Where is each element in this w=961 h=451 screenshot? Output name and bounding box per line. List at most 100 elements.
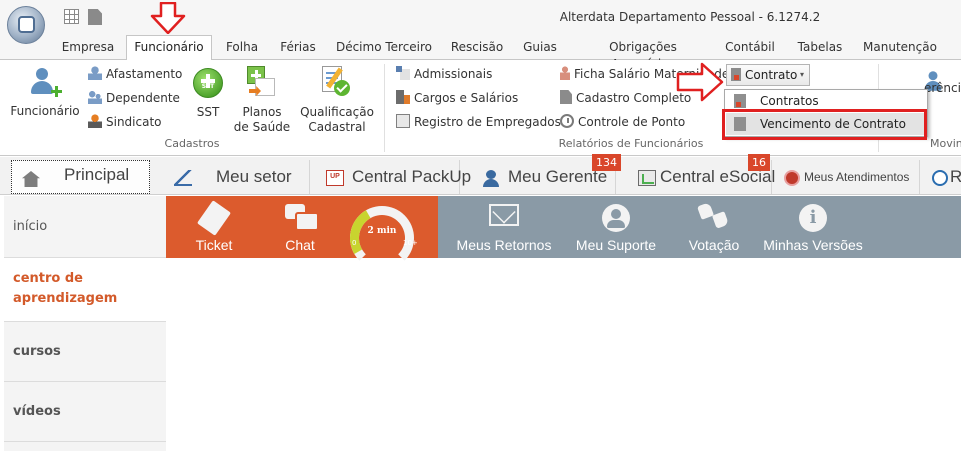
afastamento-label: Afastamento xyxy=(106,67,183,81)
ticket-button[interactable]: Ticket xyxy=(180,196,248,258)
contrato-dropdown[interactable]: Contrato ▾ xyxy=(726,64,810,86)
tab-manutencao[interactable]: Manutenção xyxy=(860,39,940,60)
sidebar-item-centro-de-aprendizagem[interactable]: centro de aprendizagem xyxy=(4,258,166,322)
tab-meus-atendimentos[interactable]: Meus Atendimentos xyxy=(772,160,920,194)
info-icon: i xyxy=(799,204,827,232)
minhas-versoes-button[interactable]: i Minhas Versões xyxy=(760,196,866,258)
family-icon xyxy=(88,90,102,104)
tab-partial-r-label: R xyxy=(950,167,961,186)
sidebar-item-cursos[interactable]: cursos xyxy=(4,322,166,382)
cadastro-completo-button[interactable]: Cadastro Completo xyxy=(560,88,691,108)
sindicato-label: Sindicato xyxy=(106,115,162,129)
document-icon xyxy=(560,90,572,104)
tab-meu-setor-label: Meu setor xyxy=(216,167,292,186)
contract-badge-icon xyxy=(736,102,741,107)
sindicato-button[interactable]: Sindicato xyxy=(88,112,162,132)
tab-central-esocial[interactable]: Central eSocial 16 xyxy=(616,154,775,194)
esocial-icon xyxy=(638,170,656,186)
grid-icon[interactable] xyxy=(64,9,79,24)
dependente-button[interactable]: Dependente xyxy=(88,88,180,108)
admissionais-button[interactable]: Admissionais xyxy=(396,64,492,84)
sst-icon-text: SST xyxy=(201,83,215,90)
clock-icon xyxy=(560,114,574,128)
app-menu-button[interactable] xyxy=(7,6,45,44)
app-logo-icon xyxy=(18,16,35,33)
sidebar-item-label: cursos xyxy=(13,344,61,359)
chat-label: Chat xyxy=(285,237,315,253)
votacao-button[interactable]: Votação xyxy=(668,196,760,258)
meu-suporte-button[interactable]: Meu Suporte xyxy=(564,196,668,258)
tab-partial-r[interactable]: R xyxy=(920,160,961,194)
tab-funcionario[interactable]: Funcionário xyxy=(126,35,212,61)
sidebar-item-videos[interactable]: vídeos xyxy=(4,382,166,442)
notification-badge: 134 xyxy=(592,154,621,171)
cargos-e-salarios-button[interactable]: Cargos e Salários xyxy=(396,88,518,108)
chat-button[interactable]: Chat xyxy=(266,196,334,258)
sidebar-item-inicio[interactable]: início xyxy=(4,196,166,258)
qualificacao-label-line2: Cadastral xyxy=(308,120,366,134)
minhas-versoes-label: Minhas Versões xyxy=(763,237,863,253)
user-icon xyxy=(602,204,630,232)
next-group-button[interactable]: erênci xyxy=(924,78,961,98)
salary-icon xyxy=(396,90,410,104)
funcionario-button[interactable]: Funcionário xyxy=(8,66,82,128)
registro-de-empregados-button[interactable]: Registro de Empregados xyxy=(396,112,561,132)
chart-icon xyxy=(174,170,192,186)
controle-de-ponto-button[interactable]: Controle de Ponto xyxy=(560,112,685,132)
tab-meu-setor[interactable]: Meu setor xyxy=(160,160,310,194)
highlight-box xyxy=(722,109,927,140)
tab-guias[interactable]: Guias xyxy=(518,39,562,60)
tab-principal[interactable]: Principal xyxy=(11,160,150,194)
tab-obrigacoes-acessorias[interactable]: Obrigações Acessórias xyxy=(576,39,710,71)
sidebar-item-label: vídeos xyxy=(13,404,61,419)
health-plan-icon xyxy=(247,66,277,98)
contract-badge-icon xyxy=(734,75,739,80)
votacao-label: Votação xyxy=(688,237,740,253)
afastamento-button[interactable]: Afastamento xyxy=(88,64,182,84)
admissionais-label: Admissionais xyxy=(414,67,493,81)
sst-button[interactable]: SST SST xyxy=(186,66,230,128)
group-label-movin: Movin xyxy=(930,137,961,150)
ribbon-tab-bar: Empresa Funcionário Folha Férias Décimo … xyxy=(0,34,961,71)
people-icon xyxy=(88,66,102,80)
tab-empresa[interactable]: Empresa xyxy=(58,39,118,60)
plus-icon xyxy=(51,86,62,97)
tab-contabil[interactable]: Contábil xyxy=(722,39,778,60)
tab-decimo-terceiro[interactable]: Décimo Terceiro xyxy=(334,39,434,60)
tab-central-packup[interactable]: UP Central PackUp xyxy=(310,160,471,194)
planos-de-saude-button[interactable]: Planos de Saúde xyxy=(232,66,292,134)
maternity-icon xyxy=(560,66,570,80)
qualificacao-cadastral-button[interactable]: Qualificação Cadastral xyxy=(296,66,378,134)
menu-item-label: Contratos xyxy=(760,94,819,108)
meus-retornos-button[interactable]: Meus Retornos xyxy=(452,196,556,258)
notification-badge: 16 xyxy=(748,154,770,171)
manager-icon xyxy=(482,170,500,187)
tab-principal-label: Principal xyxy=(64,165,130,184)
tab-central-packup-label: Central PackUp xyxy=(352,167,472,186)
tab-rescisao[interactable]: Rescisão xyxy=(448,39,506,60)
clock-icon xyxy=(932,170,948,186)
tab-ferias[interactable]: Férias xyxy=(276,39,320,60)
tab-tabelas[interactable]: Tabelas xyxy=(792,39,848,60)
gauge-arc-level xyxy=(342,198,422,278)
tab-meu-gerente[interactable]: Meu Gerente 134 xyxy=(460,154,621,194)
document-icon[interactable] xyxy=(88,9,102,25)
sst-icon: SST xyxy=(193,68,223,98)
contrato-label: Contrato xyxy=(745,68,798,82)
gauge-value: 2 min xyxy=(367,226,397,236)
funcionario-label: Funcionário xyxy=(10,104,80,118)
annotation-arrow-right-icon xyxy=(676,62,724,102)
sidebar-item-label: início xyxy=(13,219,48,234)
union-icon xyxy=(88,114,102,128)
group-label-cadastros: Cadastros xyxy=(164,137,220,150)
meu-suporte-label: Meu Suporte xyxy=(575,237,657,253)
tab-folha[interactable]: Folha xyxy=(220,39,264,60)
gauge-max-label: 10+ xyxy=(403,239,418,247)
tab-meus-atendimentos-label: Meus Atendimentos xyxy=(804,170,910,184)
register-icon xyxy=(396,114,410,128)
next-group-button-label: erênci xyxy=(924,81,961,95)
qualification-icon xyxy=(320,66,352,98)
home-icon xyxy=(22,171,40,187)
portal-actions-panel: Meus Retornos Meu Suporte Votação i Minh… xyxy=(438,196,961,258)
planos-label-line1: Planos xyxy=(242,105,282,119)
